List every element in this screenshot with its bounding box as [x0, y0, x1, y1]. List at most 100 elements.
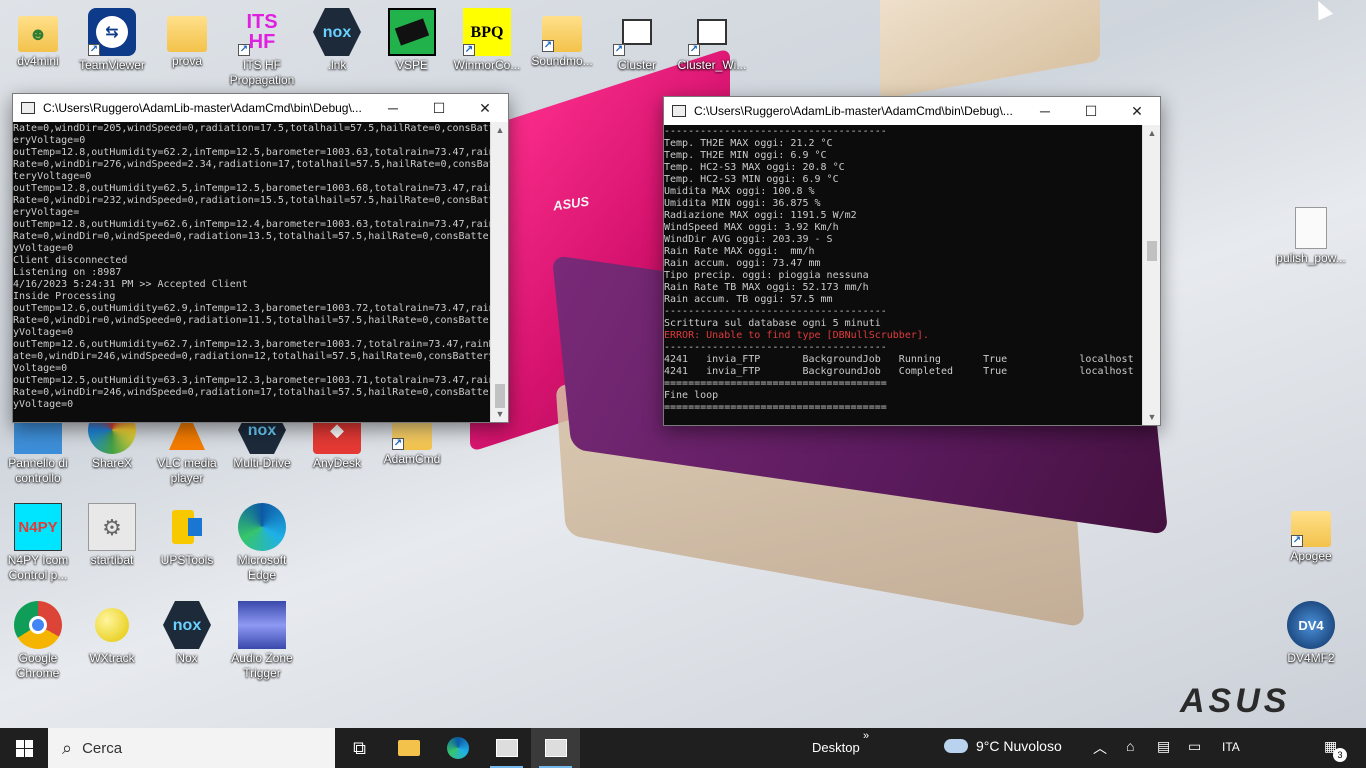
desktop-icon-soundmodem[interactable]: ↗ Soundmo... — [524, 8, 600, 69]
desktop-icon-winmor[interactable]: BPQ ↗ WinmorCo... — [449, 8, 525, 73]
console-line: ===================================== — [664, 378, 887, 389]
usb-icon[interactable]: ⌂ — [1126, 738, 1134, 754]
shortcut-arrow-icon: ↗ — [688, 44, 700, 56]
close-icon[interactable]: ✕ — [462, 94, 508, 122]
taskbar-console-1[interactable] — [482, 728, 531, 768]
desktop-icon-teamviewer[interactable]: ⇆ ↗ TeamViewer — [74, 8, 150, 73]
desktop-icon-label: UPSTools — [160, 553, 214, 567]
desktop-icon-pulish[interactable]: pulish_pow... — [1273, 207, 1349, 266]
desktop-icon-label: ShareX — [91, 456, 133, 470]
shortcut-arrow-icon: ↗ — [392, 438, 404, 450]
console-line: Radiazione MAX oggi: 1191.5 W/m2 — [664, 210, 857, 221]
desktop-icon-label: AnyDesk — [312, 456, 362, 470]
maximize-icon[interactable]: ☐ — [416, 94, 462, 122]
language-indicator[interactable]: ITA — [1222, 740, 1240, 754]
chrome-icon — [14, 601, 62, 649]
taskbar-edge[interactable] — [433, 728, 482, 768]
vspe-icon — [388, 8, 436, 56]
desktop-icon-its-hf[interactable]: ITS HF ↗ ITS HF Propagation — [224, 8, 300, 88]
console-line: yVoltage=0 — [13, 399, 74, 410]
console-window-left[interactable]: C:\Users\Ruggero\AdamLib-master\AdamCmd\… — [12, 93, 509, 423]
close-icon[interactable]: ✕ — [1114, 97, 1160, 125]
start-button[interactable] — [0, 728, 48, 768]
desktop-icon-label: startibat — [90, 553, 134, 567]
console-window-right[interactable]: C:\Users\Ruggero\AdamLib-master\AdamCmd\… — [663, 96, 1161, 426]
folder-shortcut-icon: ↗ — [1291, 511, 1331, 547]
nox-glyph-text: nox — [172, 616, 202, 634]
audio-waveform-icon — [238, 601, 286, 649]
console-line: WindSpeed MAX oggi: 3.92 Km/h — [664, 222, 839, 233]
desktop-icon-upstools[interactable]: UPSTools — [149, 503, 225, 568]
console-line: Listening on :8987 — [13, 267, 122, 278]
console-line: eryVoltage= — [13, 207, 80, 218]
desktop-icon-chrome[interactable]: Google Chrome — [0, 601, 76, 681]
desktop-icon-dv4mini[interactable]: ☻ dv4mini — [0, 8, 76, 69]
desktop-icon-dv4mf2[interactable]: DV4 DV4MF2 — [1273, 601, 1349, 666]
desktop-icon-label: DV4MF2 — [1287, 651, 1335, 665]
minimize-icon[interactable]: ─ — [1022, 97, 1068, 125]
taskbar-search-box[interactable]: ⌕ Cerca — [48, 728, 335, 768]
desktop-icon-label: Audio Zone Trigger — [231, 651, 293, 680]
chevron-double-right-icon[interactable]: » — [863, 730, 869, 742]
desktop-icon-n4py[interactable]: N4PY N4PY Icom Control p... — [0, 503, 76, 583]
console-output[interactable]: ------------------------------------- Tem… — [664, 125, 1142, 425]
taskbar-file-explorer[interactable] — [384, 728, 433, 768]
console-line: Scrittura sul database ogni 5 minuti — [664, 318, 881, 329]
nox-glyph-text: nox — [322, 23, 352, 41]
window-titlebar[interactable]: C:\Users\Ruggero\AdamLib-master\AdamCmd\… — [664, 97, 1160, 125]
console-output[interactable]: Rate=0,windDir=205,windSpeed=0,radiation… — [13, 122, 490, 422]
console-line: outTemp=12.8,outHumidity=62.6,inTemp=12.… — [13, 219, 490, 230]
desktop-icon-cluster[interactable]: ↗ Cluster — [599, 8, 675, 73]
desktop-icon-label: pulish_pow... — [1276, 251, 1346, 265]
console-line: Umidita MAX oggi: 100.8 % — [664, 186, 815, 197]
taskbar-console-2[interactable] — [531, 728, 580, 768]
desktop-icon-label: AdamCmd — [383, 452, 441, 466]
window-titlebar[interactable]: C:\Users\Ruggero\AdamLib-master\AdamCmd\… — [13, 94, 508, 122]
scroll-thumb[interactable] — [495, 384, 505, 408]
maximize-icon[interactable]: ☐ — [1068, 97, 1114, 125]
desktop-toolbar-label[interactable]: Desktop — [812, 740, 860, 755]
desktop-icon-label: VLC media player — [157, 456, 217, 485]
desktop-icon-apogee[interactable]: ↗ Apogee — [1273, 503, 1349, 564]
desktop-icon-startibat[interactable]: ⚙ startibat — [74, 503, 150, 568]
scroll-down-icon[interactable]: ▼ — [1143, 409, 1161, 425]
shortcut-arrow-icon: ↗ — [1291, 535, 1303, 547]
display-icon[interactable]: ▭ — [1188, 738, 1201, 755]
desktop-icon-nox[interactable]: nox Nox — [149, 601, 225, 666]
bpq-glyph-text: BPQ — [470, 23, 504, 41]
nox-icon: nox — [163, 601, 211, 649]
network-icon[interactable]: ▤ — [1157, 738, 1170, 755]
console-line: Temp. TH2E MIN oggi: 6.9 °C — [664, 150, 827, 161]
console-app-icon — [21, 102, 35, 114]
scroll-thumb[interactable] — [1147, 241, 1157, 261]
search-icon: ⌕ — [62, 737, 73, 758]
desktop-icon-audio-zone[interactable]: Audio Zone Trigger — [224, 601, 300, 681]
scroll-up-icon[interactable]: ▲ — [1143, 125, 1161, 141]
desktop-icon-wxtrack[interactable]: WXtrack — [74, 601, 150, 666]
scroll-down-icon[interactable]: ▼ — [491, 406, 509, 422]
desktop-icon-edge[interactable]: Microsoft Edge — [224, 503, 300, 583]
console-line: outTemp=12.5,outHumidity=63.3,inTemp=12.… — [13, 375, 490, 386]
vertical-scrollbar[interactable]: ▲ ▼ — [490, 122, 508, 422]
vertical-scrollbar[interactable]: ▲ ▼ — [1142, 125, 1160, 425]
task-view-button[interactable]: ⧉ — [335, 728, 384, 768]
desktop-icon-prova[interactable]: prova — [149, 8, 225, 69]
desktop-icon-label: .lnk — [327, 58, 347, 72]
scroll-up-icon[interactable]: ▲ — [491, 122, 509, 138]
chevron-up-icon[interactable]: ︿ — [1093, 738, 1107, 758]
console-line: eryVoltage=0 — [13, 135, 86, 146]
desktop-icon-cluster-wi[interactable]: ↗ Cluster_Wi... — [674, 8, 750, 73]
console-line: outTemp=12.6,outHumidity=62.7,inTemp=12.… — [13, 339, 490, 350]
weather-widget[interactable]: 9°C Nuvoloso — [944, 738, 1062, 754]
teamviewer-icon: ⇆ ↗ — [88, 8, 136, 56]
console-line: Temp. TH2E MAX oggi: 21.2 °C — [664, 138, 833, 149]
desktop-icon-nox-lnk[interactable]: nox .lnk — [299, 8, 375, 73]
document-icon — [1295, 207, 1327, 249]
desktop-icon-vspe[interactable]: VSPE — [374, 8, 450, 73]
console-app-icon — [495, 739, 518, 757]
minimize-icon[interactable]: ─ — [370, 94, 416, 122]
console-line: Tipo precip. oggi: pioggia nessuna — [664, 270, 869, 281]
console-line: outTemp=12.6,outHumidity=62.9,inTemp=12.… — [13, 303, 490, 314]
n4py-icon: N4PY — [14, 503, 62, 551]
nox-glyph-text: nox — [247, 421, 277, 439]
